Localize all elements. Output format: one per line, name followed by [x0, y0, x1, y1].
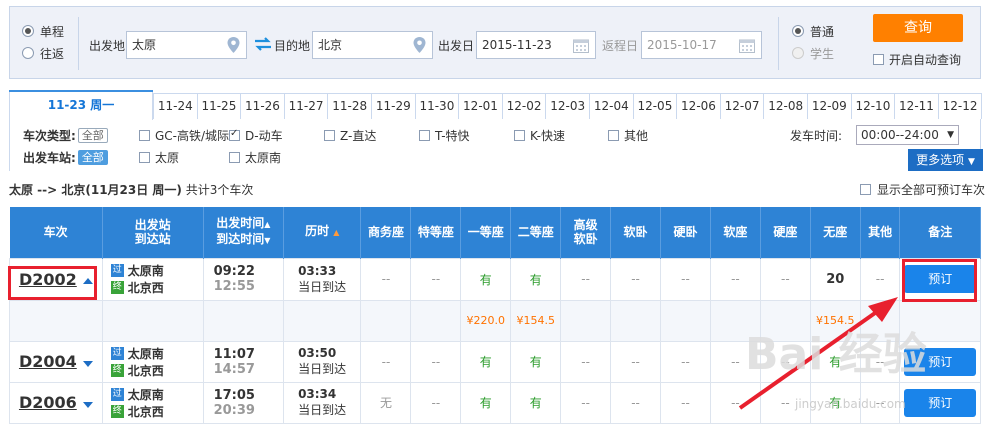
watermark-url: jingyan.baidu.com	[795, 397, 906, 411]
watermark-logo: Bai 经验	[745, 329, 927, 380]
